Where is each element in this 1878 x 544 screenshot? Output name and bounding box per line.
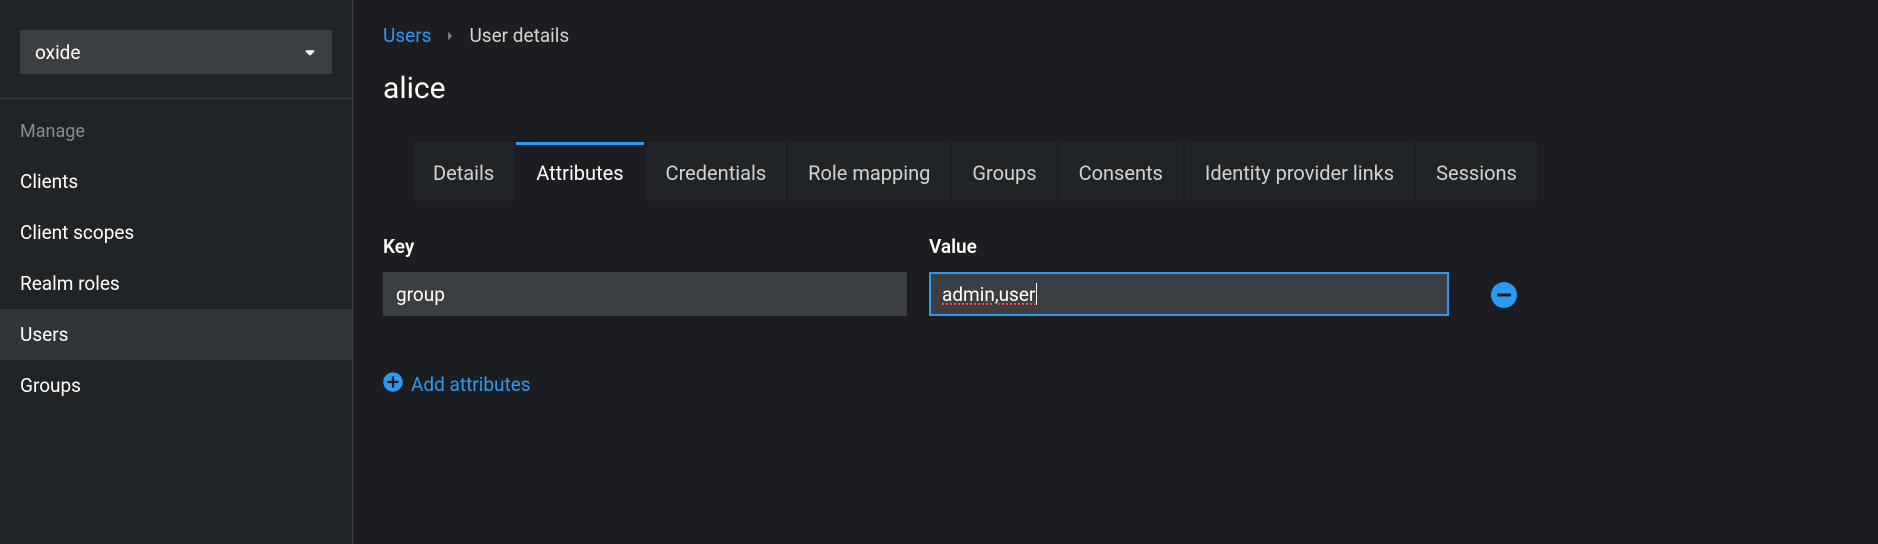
- key-column: Key: [383, 235, 907, 316]
- main-content: Users User details alice Details Attribu…: [353, 0, 1878, 544]
- add-attributes-label: Add attributes: [411, 373, 531, 396]
- sidebar: oxide Manage Clients Client scopes Realm…: [0, 0, 353, 544]
- breadcrumb-users-link[interactable]: Users: [383, 24, 431, 47]
- attributes-form: Key Value admin,user Add attributes: [383, 201, 1848, 397]
- chevron-right-icon: [445, 29, 455, 43]
- value-column: Value admin,user: [929, 235, 1449, 316]
- text-cursor: [1036, 283, 1037, 305]
- tab-credentials[interactable]: Credentials: [646, 142, 787, 201]
- tab-identity-provider-links[interactable]: Identity provider links: [1185, 142, 1414, 201]
- tab-groups[interactable]: Groups: [952, 142, 1056, 201]
- key-input[interactable]: [383, 272, 907, 316]
- key-label: Key: [383, 235, 907, 258]
- tab-details[interactable]: Details: [413, 142, 514, 201]
- page-title: alice: [383, 57, 1848, 142]
- sidebar-nav: Clients Client scopes Realm roles Users …: [0, 156, 352, 411]
- tab-role-mapping[interactable]: Role mapping: [788, 142, 950, 201]
- realm-selector-value: oxide: [35, 41, 80, 64]
- value-label: Value: [929, 235, 1449, 258]
- plus-circle-icon: [383, 372, 403, 397]
- chevron-down-icon: [303, 41, 317, 64]
- realm-selector[interactable]: oxide: [20, 30, 332, 74]
- tab-sessions[interactable]: Sessions: [1416, 142, 1537, 201]
- value-input[interactable]: admin,user: [929, 272, 1449, 316]
- tab-consents[interactable]: Consents: [1059, 142, 1183, 201]
- sidebar-item-clients[interactable]: Clients: [0, 156, 352, 207]
- sidebar-item-groups[interactable]: Groups: [0, 360, 352, 411]
- sidebar-item-client-scopes[interactable]: Client scopes: [0, 207, 352, 258]
- minus-circle-icon: [1491, 282, 1517, 308]
- tabs: Details Attributes Credentials Role mapp…: [413, 142, 1848, 201]
- sidebar-section-manage: Manage: [0, 99, 352, 156]
- realm-selector-container: oxide: [0, 0, 352, 99]
- tab-attributes[interactable]: Attributes: [516, 142, 643, 201]
- attribute-row: Key Value admin,user: [383, 235, 1848, 316]
- remove-attribute-button[interactable]: [1491, 282, 1517, 308]
- sidebar-item-users[interactable]: Users: [0, 309, 352, 360]
- sidebar-item-realm-roles[interactable]: Realm roles: [0, 258, 352, 309]
- add-attributes-button[interactable]: Add attributes: [383, 372, 531, 397]
- breadcrumb: Users User details: [383, 0, 1848, 57]
- breadcrumb-current: User details: [469, 24, 569, 47]
